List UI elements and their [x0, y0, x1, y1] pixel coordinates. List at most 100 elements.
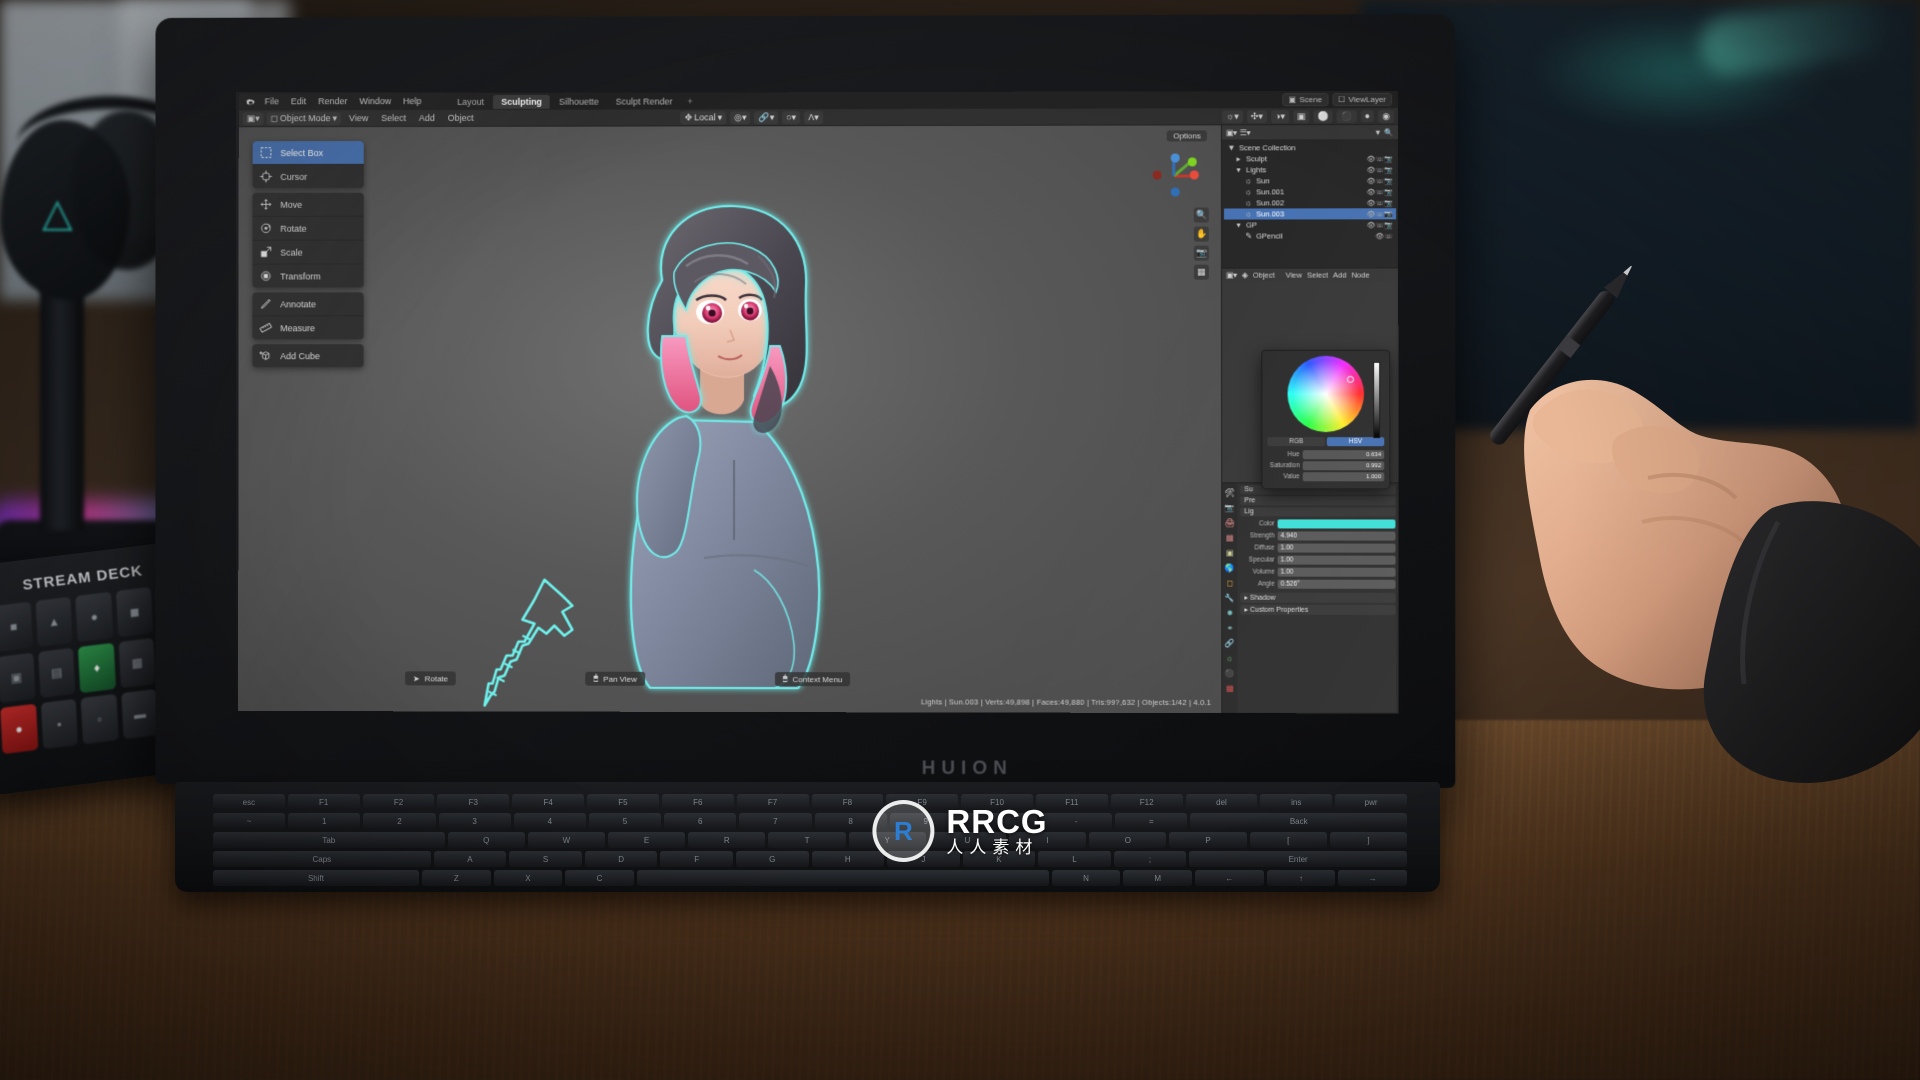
blender-logo-icon[interactable] [243, 95, 259, 108]
property-value-field[interactable]: 1.00 [1277, 555, 1396, 565]
key[interactable]: F12 [1110, 794, 1183, 810]
outliner-row-lights[interactable]: ▾ Lights 👁☏📷 [1224, 164, 1396, 175]
stream-deck-key[interactable]: ▣ [0, 652, 36, 704]
key[interactable]: ~ [213, 813, 286, 829]
key[interactable]: 5 [588, 813, 662, 829]
key[interactable]: ← [1195, 870, 1264, 886]
outliner-row-sun-001[interactable]: ☼ Sun.001 👁☏📷 [1224, 186, 1396, 197]
key[interactable]: C [565, 870, 634, 886]
editor-type-icon[interactable]: ▣▾ [242, 111, 264, 125]
key[interactable]: F [660, 851, 733, 867]
color-row-hue[interactable]: Hue 0.634 [1267, 450, 1385, 460]
node-menu-node[interactable]: Node [1352, 271, 1370, 280]
key[interactable]: ] [1329, 832, 1408, 848]
stream-deck-key[interactable]: ♦ [78, 642, 116, 694]
stream-deck-key[interactable]: ▤ [37, 647, 76, 699]
render-icon[interactable]: 📷 [1224, 502, 1235, 513]
camera-icon[interactable]: 📷 [1193, 245, 1209, 261]
gizmo-ball-neg-z[interactable] [1170, 187, 1180, 197]
outliner-tree[interactable]: ▼ Scene Collection ▸ Sculpt 👁☏📷 ▾ Lights… [1221, 139, 1399, 268]
gizmo-ball-x[interactable] [1189, 170, 1199, 180]
stream-deck-key[interactable]: ▲ [35, 596, 73, 648]
key[interactable]: O [1089, 832, 1167, 848]
visibility-icon[interactable]: ☼▾ [1221, 109, 1243, 123]
tool-icon[interactable]: 🛠 [1224, 487, 1235, 498]
key[interactable]: = [1115, 813, 1188, 829]
property-row-specular[interactable]: Specular 1.00 [1240, 555, 1396, 565]
visibility-toggles[interactable]: 👁☏📷 [1367, 199, 1394, 207]
object-icon[interactable]: ◻ [1224, 578, 1235, 589]
hue-slider[interactable]: 0.634 [1302, 450, 1385, 460]
visibility-toggles[interactable]: 👁☏📷 [1366, 166, 1393, 174]
key[interactable]: 6 [664, 813, 737, 829]
key[interactable]: → [1338, 870, 1407, 886]
color-wheel-icon[interactable] [1287, 355, 1365, 433]
color-row-saturation[interactable]: Saturation 0.992 [1267, 461, 1385, 471]
outliner-row-gpencil[interactable]: ✎ GPencil 👁☏ [1224, 230, 1396, 241]
tool-measure[interactable]: Measure [252, 316, 363, 339]
menu-render[interactable]: Render [312, 93, 353, 110]
node-editor-type-icon[interactable]: ▣▾ [1226, 271, 1237, 280]
3d-viewport[interactable]: Options Select Box Cursor Move Rotate Sc… [238, 125, 1222, 714]
node-menu-add[interactable]: Add [1333, 271, 1346, 280]
viewport-toolbar[interactable]: Select Box Cursor Move Rotate Scale Tran… [252, 140, 364, 372]
key[interactable]: F2 [362, 794, 435, 810]
zoom-icon[interactable]: 🔍 [1193, 207, 1209, 223]
visibility-toggles[interactable]: 👁☏📷 [1367, 210, 1394, 218]
stream-deck-key[interactable]: ■ [0, 601, 33, 653]
gizmo-icon[interactable]: ✣▾ [1246, 109, 1267, 123]
filter-icon[interactable]: ▼ [1374, 128, 1382, 137]
tool-cursor[interactable]: Cursor [253, 165, 364, 188]
property-value-field[interactable]: 1.00 [1277, 567, 1396, 577]
tool-add-cube[interactable]: Add Cube [252, 344, 363, 367]
panel-shadow[interactable]: ▸ Shadow [1240, 592, 1396, 603]
outliner-row-sun-003[interactable]: ☼ Sun.003 👁☏📷 [1223, 208, 1397, 220]
property-row-angle[interactable]: Angle 0.526° [1240, 579, 1396, 589]
key[interactable]: X [493, 870, 563, 886]
visibility-toggles[interactable]: 👁☏ [1375, 232, 1393, 240]
stream-deck-key[interactable]: ● [75, 591, 114, 643]
data-icon[interactable]: ☼ [1224, 653, 1235, 664]
laptop-keyboard[interactable]: esc F1 F2 F3 F4 F5 F6 F7 F8 F9 F10 F11 F… [205, 790, 1415, 890]
tool-rotate[interactable]: Rotate [252, 216, 364, 241]
key[interactable]: P [1169, 832, 1247, 848]
outliner-scene-collection[interactable]: ▼ Scene Collection [1224, 142, 1396, 153]
keyboard-row[interactable]: ~ 1 2 3 4 5 6 7 8 9 0 - = Back [213, 813, 1407, 829]
key[interactable]: Z [421, 870, 491, 886]
key[interactable]: ↑ [1266, 870, 1336, 886]
object-data-icon[interactable]: ◈ [1242, 271, 1248, 280]
key[interactable]: 7 [739, 813, 812, 829]
key[interactable]: L [1038, 851, 1111, 867]
node-menu-view[interactable]: View [1286, 271, 1302, 280]
outliner-row-sun[interactable]: ☼ Sun 👁☏📷 [1224, 175, 1396, 186]
menu-edit[interactable]: Edit [285, 93, 312, 110]
key-tab[interactable]: Tab [213, 832, 445, 848]
tab-sculpting[interactable]: Sculpting [493, 94, 550, 109]
visibility-toggles[interactable]: 👁☏📷 [1366, 177, 1394, 185]
outliner-row-gp[interactable]: ▾ GP 👁☏📷 [1224, 219, 1396, 230]
property-value-field[interactable]: 4.940 [1277, 530, 1396, 541]
key-space[interactable] [636, 870, 1049, 886]
key[interactable]: T [768, 832, 846, 848]
constraints-icon[interactable]: 🔗 [1224, 638, 1235, 649]
color-wheel-cursor[interactable] [1346, 375, 1354, 383]
key[interactable]: F4 [512, 794, 585, 810]
property-row-volume[interactable]: Volume 1.00 [1240, 567, 1396, 577]
key[interactable]: F3 [437, 794, 510, 810]
property-value-field[interactable]: 0.526° [1277, 579, 1396, 589]
key[interactable]: ; [1113, 851, 1187, 867]
tab-silhouette[interactable]: Silhouette [551, 94, 607, 108]
viewport-nav-buttons[interactable]: 🔍 ✋ 📷 ▦ [1193, 207, 1209, 280]
color-picker-popup[interactable]: RGB HSV Hue 0.634 Saturation 0.992 Value… [1261, 349, 1391, 490]
world-icon[interactable]: 🌎 [1224, 563, 1235, 574]
key-caps[interactable]: Caps [213, 851, 431, 867]
physics-icon[interactable]: ⚭ [1224, 623, 1235, 634]
viewport-menu-add[interactable]: Add [414, 113, 440, 123]
keyboard-row[interactable]: Shift Z X C N M ← ↑ → [213, 870, 1407, 886]
stream-deck-key[interactable]: ▬ [121, 688, 159, 740]
key[interactable]: Q [447, 832, 525, 848]
viewlayer-selector[interactable]: ☐ ViewLayer [1332, 92, 1392, 107]
color-row-value[interactable]: Value 1.000 [1267, 472, 1385, 482]
keyboard-row[interactable]: Tab Q W E R T Y U I O P [ ] [213, 832, 1408, 848]
shading-rendered-icon[interactable]: ◉ [1378, 109, 1395, 123]
